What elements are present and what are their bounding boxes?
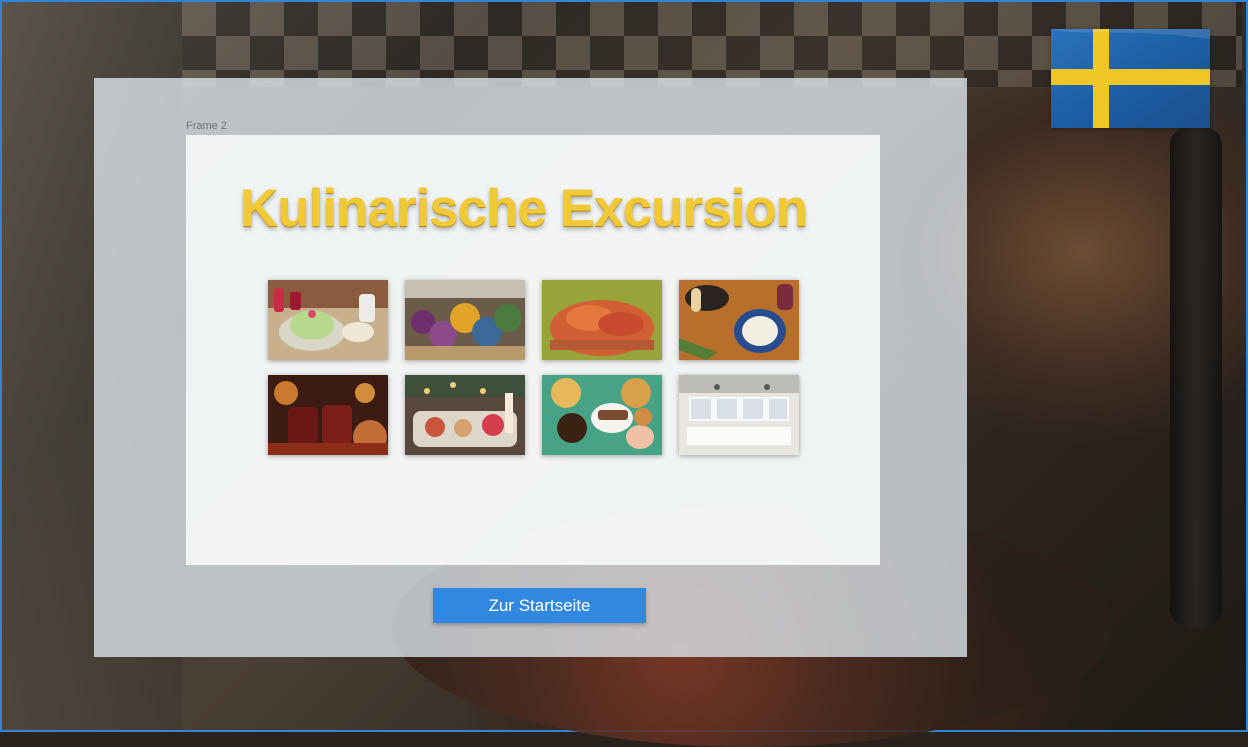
christmas-buffet-photo[interactable] — [405, 375, 525, 455]
app-screen: Frame 2 Kulinarische Excursion Zur Start… — [0, 0, 1248, 747]
crayfish-platter-photo[interactable] — [542, 280, 662, 360]
page-title: Kulinarische Excursion — [240, 179, 808, 238]
vegetable-market-photo[interactable] — [405, 280, 525, 360]
home-button[interactable]: Zur Startseite — [433, 588, 646, 623]
princess-cake-photo[interactable] — [268, 280, 388, 360]
background-pillar — [1170, 127, 1222, 627]
fika-pastries-photo[interactable] — [542, 375, 662, 455]
restaurant-interior-photo[interactable] — [679, 375, 799, 455]
table-dinner-photo[interactable] — [679, 280, 799, 360]
mulled-wine-photo[interactable] — [268, 375, 388, 455]
frame-label: Frame 2 — [186, 120, 227, 132]
sweden-flag-icon — [1051, 29, 1210, 128]
